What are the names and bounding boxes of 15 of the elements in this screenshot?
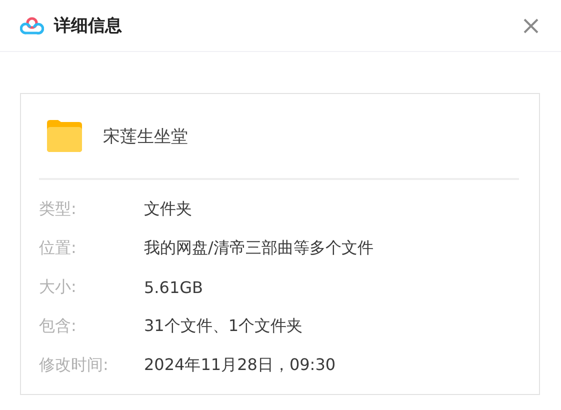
detail-value: 2024年11月28日，09:30 [144, 355, 336, 376]
folder-icon [45, 119, 83, 153]
detail-value: 5.61GB [144, 278, 203, 297]
detail-label: 修改时间: [39, 355, 110, 376]
window-title: 详细信息 [54, 15, 123, 37]
folder-name: 宋莲生坐堂 [103, 126, 188, 148]
close-icon[interactable] [523, 18, 539, 34]
detail-label: 大小: [39, 277, 78, 298]
cloud-logo-icon [20, 16, 44, 36]
detail-label: 类型: [39, 199, 78, 220]
detail-value: 我的网盘/清帝三部曲等多个文件 [144, 238, 374, 259]
detail-value: 文件夹 [144, 199, 192, 220]
detail-value: 31个文件、1个文件夹 [144, 316, 303, 337]
detail-label: 包含: [39, 316, 78, 337]
detail-label: 位置: [39, 238, 78, 259]
